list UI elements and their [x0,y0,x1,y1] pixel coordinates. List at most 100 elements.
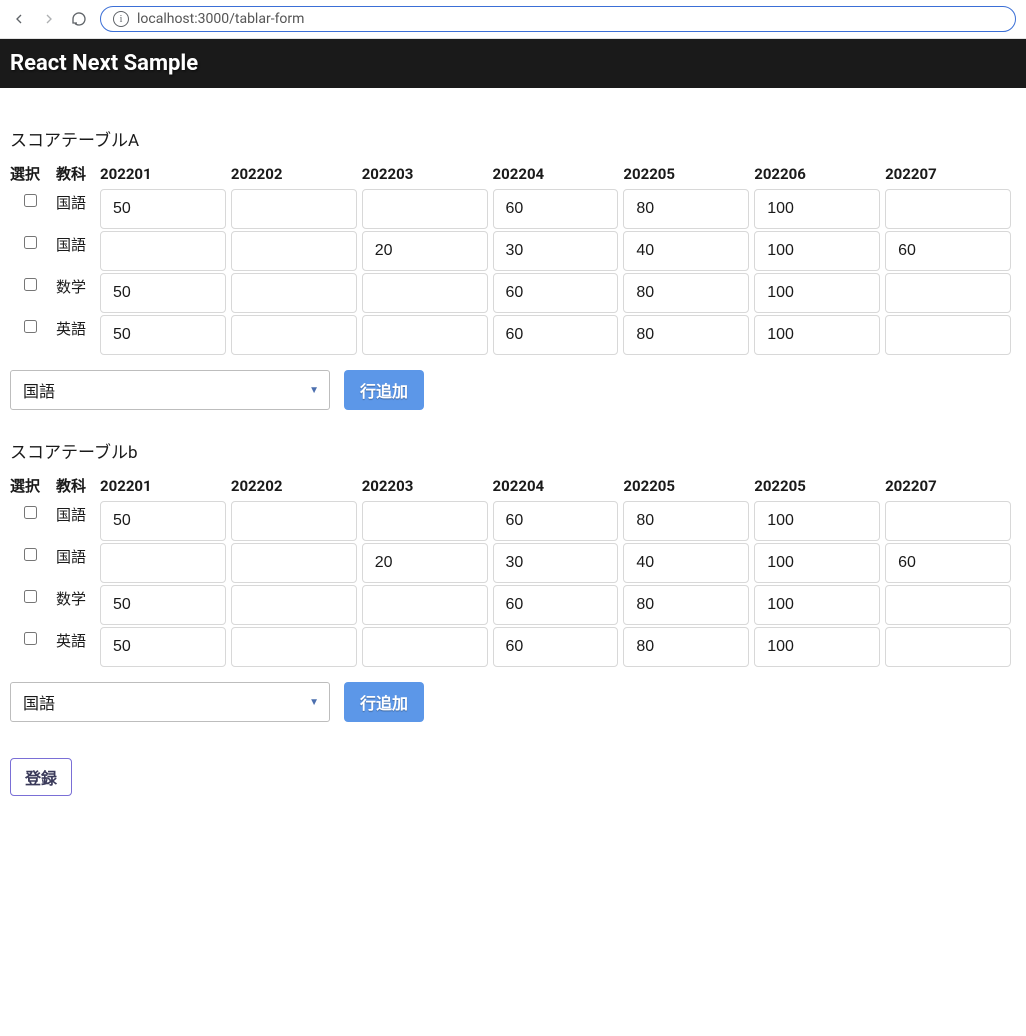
score-input[interactable] [100,273,226,313]
score-input[interactable] [231,627,357,667]
score-cell [885,230,1016,272]
score-input[interactable] [362,627,488,667]
score-input[interactable] [623,189,749,229]
score-input[interactable] [493,501,619,541]
score-cell [754,314,885,356]
score-input[interactable] [231,231,357,271]
score-cell [362,188,493,230]
score-input[interactable] [362,585,488,625]
score-input[interactable] [100,627,226,667]
score-input[interactable] [754,315,880,355]
reload-icon[interactable] [70,10,88,28]
score-input[interactable] [100,543,226,583]
score-cell [100,542,231,584]
add-row-button-a[interactable]: 行追加 [344,370,424,410]
score-input[interactable] [493,273,619,313]
score-input[interactable] [885,627,1011,667]
score-input[interactable] [231,543,357,583]
score-input[interactable] [100,315,226,355]
score-cell [754,188,885,230]
score-input[interactable] [623,273,749,313]
score-input[interactable] [623,627,749,667]
score-cell [362,314,493,356]
score-input[interactable] [231,189,357,229]
row-checkbox[interactable] [24,320,37,333]
score-input[interactable] [231,585,357,625]
score-input[interactable] [885,501,1011,541]
forward-icon[interactable] [40,10,58,28]
score-input[interactable] [885,231,1011,271]
row-checkbox[interactable] [24,278,37,291]
score-input[interactable] [754,543,880,583]
score-input[interactable] [493,315,619,355]
score-input[interactable] [754,273,880,313]
score-input[interactable] [885,543,1011,583]
score-input[interactable] [493,231,619,271]
score-input[interactable] [231,315,357,355]
score-cell [754,584,885,626]
score-cell [493,500,624,542]
row-checkbox[interactable] [24,194,37,207]
score-input[interactable] [623,585,749,625]
score-input[interactable] [362,315,488,355]
subject-select-a[interactable]: 国語 ▼ [10,370,330,410]
col-month: 202205 [623,471,754,500]
info-icon[interactable]: i [113,11,129,27]
subject-cell: 数学 [56,272,100,314]
score-cell [362,230,493,272]
score-input[interactable] [362,189,488,229]
score-input[interactable] [885,189,1011,229]
score-input[interactable] [362,231,488,271]
score-cell [100,314,231,356]
score-input[interactable] [885,273,1011,313]
url-bar[interactable]: i localhost:3000/tablar-form [100,6,1016,32]
score-input[interactable] [754,501,880,541]
score-input[interactable] [231,501,357,541]
score-input[interactable] [100,585,226,625]
row-checkbox[interactable] [24,236,37,249]
score-input[interactable] [100,231,226,271]
score-input[interactable] [493,543,619,583]
score-input[interactable] [754,189,880,229]
score-cell [100,626,231,668]
row-checkbox[interactable] [24,632,37,645]
score-input[interactable] [623,315,749,355]
score-cell [362,626,493,668]
score-input[interactable] [623,501,749,541]
score-input[interactable] [623,543,749,583]
score-input[interactable] [100,501,226,541]
score-table-a: 選択 教科 202201 202202 202203 202204 202205… [10,159,1016,356]
row-checkbox[interactable] [24,506,37,519]
select-cell [10,272,56,314]
score-input[interactable] [754,231,880,271]
score-cell [231,500,362,542]
score-input[interactable] [100,189,226,229]
subject-select-b[interactable]: 国語 ▼ [10,682,330,722]
row-checkbox[interactable] [24,590,37,603]
score-cell [231,584,362,626]
score-cell [362,272,493,314]
submit-button[interactable]: 登録 [10,758,72,796]
score-input[interactable] [623,231,749,271]
col-month: 202202 [231,159,362,188]
score-input[interactable] [885,315,1011,355]
score-input[interactable] [362,273,488,313]
score-input[interactable] [362,501,488,541]
back-icon[interactable] [10,10,28,28]
score-input[interactable] [231,273,357,313]
score-input[interactable] [754,585,880,625]
score-input[interactable] [493,189,619,229]
score-cell [623,230,754,272]
page-content: スコアテーブルA 選択 教科 202201 202202 202203 2022… [0,88,1026,806]
score-input[interactable] [493,627,619,667]
col-month: 202204 [493,471,624,500]
app-header: React Next Sample [0,39,1026,88]
score-input[interactable] [885,585,1011,625]
add-row-button-b[interactable]: 行追加 [344,682,424,722]
row-checkbox[interactable] [24,548,37,561]
col-month: 202205 [754,471,885,500]
score-input[interactable] [754,627,880,667]
score-input[interactable] [493,585,619,625]
score-cell [362,500,493,542]
score-input[interactable] [362,543,488,583]
